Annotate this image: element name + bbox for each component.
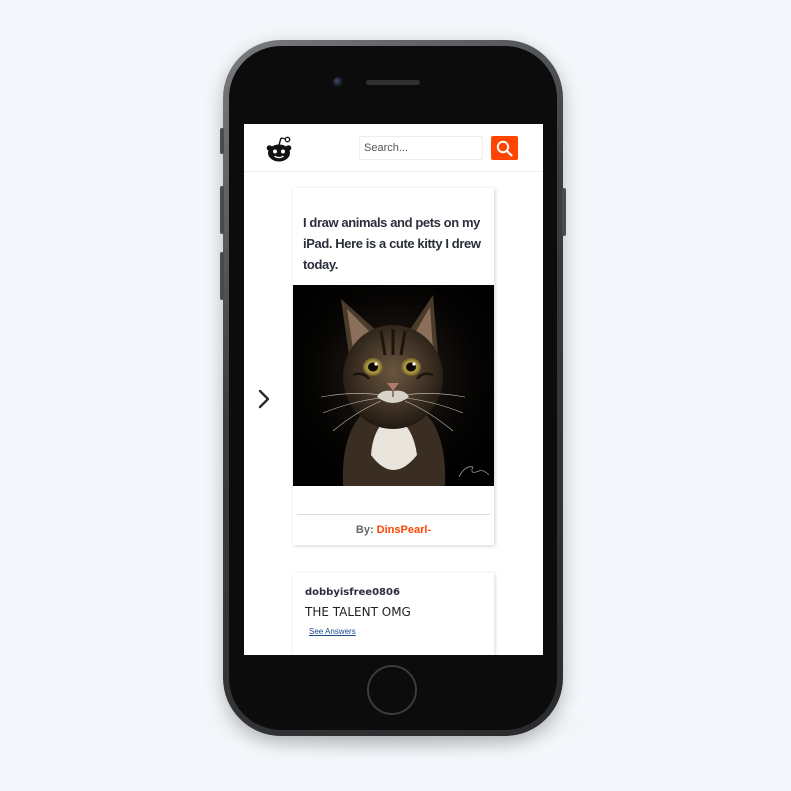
- byline-prefix: By:: [355, 524, 377, 536]
- phone-speaker: [366, 80, 420, 85]
- phone-camera: [333, 77, 343, 87]
- phone-power-button: [562, 188, 566, 236]
- post-card: I draw animals and pets on my iPad. Here…: [293, 188, 494, 545]
- top-bar: [244, 124, 543, 172]
- carousel-next-button[interactable]: [254, 388, 274, 410]
- post-title: I draw animals and pets on my iPad. Here…: [303, 215, 481, 272]
- see-answers-link[interactable]: See Answers: [309, 627, 356, 636]
- search-icon: [496, 140, 513, 157]
- search-input[interactable]: [359, 136, 483, 160]
- comment-username[interactable]: dobbyisfree0806: [305, 587, 400, 598]
- phone-home-button: [367, 665, 417, 715]
- phone-mute-switch: [220, 128, 224, 154]
- search-button[interactable]: [491, 136, 518, 160]
- phone-volume-up: [220, 186, 224, 234]
- author-link[interactable]: DinsPearl-: [377, 524, 431, 536]
- mockup-stage: I draw animals and pets on my iPad. Here…: [0, 0, 791, 791]
- chevron-right-icon: [258, 389, 270, 409]
- post-image[interactable]: [293, 285, 494, 486]
- app-screen: I draw animals and pets on my iPad. Here…: [244, 124, 543, 655]
- post-byline: By: DinsPearl-: [293, 524, 494, 536]
- phone-volume-down: [220, 252, 224, 300]
- comment-card: dobbyisfree0806 THE TALENT OMG See Answe…: [293, 573, 494, 655]
- comment-text: THE TALENT OMG: [305, 605, 411, 619]
- post-divider: [297, 514, 490, 515]
- reddit-alien-icon[interactable]: [264, 134, 294, 164]
